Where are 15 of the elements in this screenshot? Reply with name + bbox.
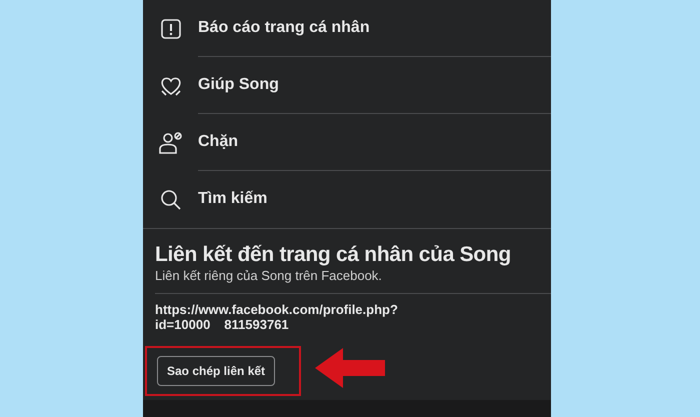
section-title: Liên kết đến trang cá nhân của Song xyxy=(155,243,512,267)
menu-item[interactable]: Báo cáo trang cá nhân xyxy=(198,0,551,57)
menu-item[interactable]: Giúp Song xyxy=(198,57,551,114)
profile-id-text: id=10000 xyxy=(155,317,210,332)
search-icon xyxy=(160,188,182,210)
profile-url: https://www.facebook.com/profile.php? xyxy=(155,302,399,317)
menu-item[interactable]: Chặn xyxy=(198,114,551,171)
profile-id-text: 811593761 xyxy=(224,317,289,332)
heart-icon xyxy=(160,74,182,96)
menu-item[interactable]: Tìm kiếm xyxy=(198,171,551,228)
copy-link-button[interactable]: Sao chép liên kết xyxy=(157,356,276,386)
report-icon xyxy=(161,18,181,38)
pointer-arrow-icon xyxy=(315,348,385,388)
person-blocked-icon xyxy=(159,132,183,154)
section-subtitle: Liên kết riêng của Song trên Facebook. xyxy=(155,268,383,283)
